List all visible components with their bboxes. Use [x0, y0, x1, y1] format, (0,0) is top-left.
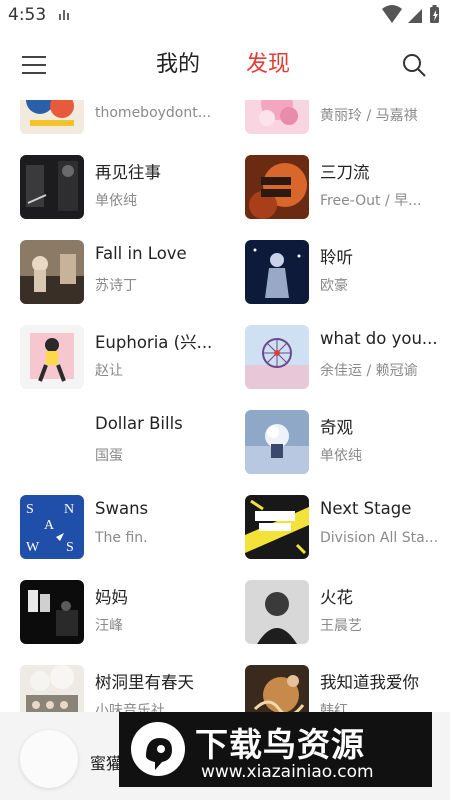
svg-text:S: S: [66, 540, 74, 555]
song-title: Euphoria (兴...: [95, 333, 213, 352]
svg-text:W: W: [26, 540, 40, 555]
song-artist: 汪峰: [95, 618, 123, 634]
song-card[interactable]: 三刀流 Free-Out / 早...: [245, 155, 450, 231]
song-grid: thomeboydont... 黄丽玲 / 马嘉祺 再见往事 单依纯 三刀流 F…: [0, 0, 450, 800]
song-artist: Free-Out / 早...: [320, 193, 422, 209]
song-card[interactable]: 火花 王晨艺: [245, 580, 450, 656]
song-title: 奇观: [320, 418, 353, 437]
discover-screen: thomeboydont... 黄丽玲 / 马嘉祺 再见往事 单依纯 三刀流 F…: [0, 0, 450, 800]
tab-discover[interactable]: 发现: [246, 51, 290, 79]
player-album-disc[interactable]: [20, 730, 78, 788]
bird-logo-icon: [131, 722, 185, 776]
svg-text:A: A: [44, 518, 55, 533]
song-card[interactable]: 妈妈 汪峰: [20, 580, 245, 656]
svg-text:S: S: [26, 502, 34, 517]
song-title: 妈妈: [95, 588, 128, 607]
album-cover: [20, 580, 84, 644]
song-card[interactable]: Dollar Bills 国蛋: [20, 410, 245, 486]
song-title: 聆听: [320, 248, 353, 267]
song-artist: 余佳运 / 赖冠谕: [320, 363, 418, 379]
cell-signal-icon: [408, 9, 422, 23]
song-title: Dollar Bills: [95, 414, 183, 433]
status-time: 4:53: [8, 5, 47, 25]
album-cover: S NAW S: [20, 495, 84, 559]
album-cover: [20, 240, 84, 304]
song-artist: 赵让: [95, 363, 123, 379]
song-title: 我知道我爱你: [320, 673, 419, 692]
notification-icon: [59, 10, 69, 20]
album-cover: [245, 410, 309, 474]
wifi-icon: [382, 5, 402, 23]
song-card[interactable]: what do you... 余佳运 / 赖冠谕: [245, 325, 450, 401]
watermark-banner: 下载鸟资源 www.xiazainiao.com: [119, 712, 432, 787]
song-card[interactable]: 再见往事 单依纯: [20, 155, 245, 231]
song-title: 树洞里有春天: [95, 673, 194, 692]
song-title: what do you...: [320, 329, 438, 348]
watermark-title: 下载鸟资源: [195, 725, 365, 764]
song-artist: 欧豪: [320, 278, 348, 294]
album-cover: [245, 495, 309, 559]
album-cover: [245, 240, 309, 304]
song-card[interactable]: S NAW S Swans The fin.: [20, 495, 245, 571]
song-title: Fall in Love: [95, 244, 187, 263]
song-artist: The fin.: [95, 530, 148, 546]
status-icons: [382, 5, 439, 23]
song-artist: Division All Sta...: [320, 530, 439, 546]
album-cover: [245, 325, 309, 389]
menu-icon[interactable]: [22, 54, 48, 76]
song-artist: thomeboydont...: [95, 105, 212, 121]
album-cover: [20, 325, 84, 389]
song-artist: 国蛋: [95, 448, 123, 464]
player-song-title: 蜜獾: [90, 754, 123, 773]
album-cover: [245, 155, 309, 219]
song-title: 三刀流: [320, 163, 370, 182]
song-card[interactable]: Euphoria (兴... 赵让: [20, 325, 245, 401]
album-cover: [20, 410, 84, 474]
song-title: 火花: [320, 588, 353, 607]
status-bar: 4:53: [0, 0, 450, 32]
search-icon[interactable]: [401, 52, 427, 78]
song-card[interactable]: 聆听 欧豪: [245, 240, 450, 316]
song-artist: 单依纯: [320, 448, 362, 464]
song-artist: 单依纯: [95, 193, 137, 209]
song-title: 再见往事: [95, 163, 161, 182]
song-artist: 苏诗丁: [95, 278, 137, 294]
song-card[interactable]: Next Stage Division All Sta...: [245, 495, 450, 571]
top-nav: 我的 发现: [0, 40, 450, 90]
watermark-url: www.xiazainiao.com: [201, 762, 374, 782]
song-card[interactable]: Fall in Love 苏诗丁: [20, 240, 245, 316]
song-artist: 王晨艺: [320, 618, 362, 634]
song-card[interactable]: 奇观 单依纯: [245, 410, 450, 486]
album-cover: [245, 580, 309, 644]
tab-mine[interactable]: 我的: [156, 51, 200, 79]
song-title: Next Stage: [320, 499, 412, 518]
svg-text:N: N: [64, 502, 74, 517]
song-title: Swans: [95, 499, 149, 518]
album-cover: [20, 155, 84, 219]
song-artist: 黄丽玲 / 马嘉祺: [320, 108, 418, 124]
